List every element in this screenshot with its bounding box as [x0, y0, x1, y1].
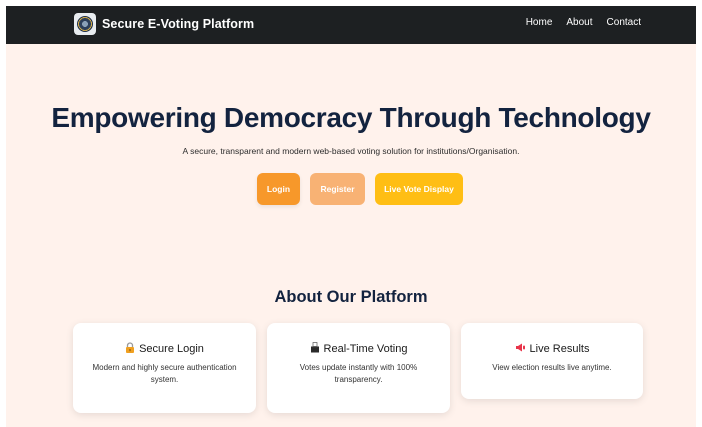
page: Secure E-Voting Platform Home About Cont…	[6, 6, 696, 427]
login-button[interactable]: Login	[257, 173, 300, 205]
card-title: Real-Time Voting	[323, 343, 408, 355]
logo-icon	[74, 13, 96, 35]
card-description: View election results live anytime.	[492, 363, 612, 372]
feature-card-live-results: Live Results View election results live …	[461, 323, 643, 399]
live-vote-display-button[interactable]: Live Vote Display	[375, 173, 463, 205]
feature-card-secure-login: Secure Login Modern and highly secure au…	[73, 323, 256, 413]
card-description: Votes update instantly with 100% transpa…	[299, 363, 418, 384]
register-button[interactable]: Register	[310, 173, 365, 205]
card-title: Secure Login	[139, 343, 204, 355]
ballot-box-icon	[310, 342, 320, 356]
nav-link-contact[interactable]: Contact	[607, 17, 641, 28]
card-title: Live Results	[529, 343, 590, 355]
lock-icon	[125, 342, 135, 356]
nav-link-home[interactable]: Home	[526, 17, 553, 28]
hero-buttons: Login Register Live Vote Display	[257, 173, 463, 205]
brand-title: Secure E-Voting Platform	[102, 17, 255, 31]
nav-links: Home About Contact	[526, 17, 641, 28]
brand[interactable]: Secure E-Voting Platform	[74, 13, 254, 35]
about-title: About Our Platform	[274, 288, 428, 306]
megaphone-icon	[515, 342, 526, 356]
hero-subtitle: A secure, transparent and modern web-bas…	[182, 146, 520, 156]
nav-link-about[interactable]: About	[566, 17, 592, 28]
hero-title: Empowering Democracy Through Technology	[51, 102, 651, 133]
card-description: Modern and highly secure authentication …	[92, 363, 237, 384]
feature-card-real-time-voting: Real-Time Voting Votes update instantly …	[267, 323, 450, 413]
navbar: Secure E-Voting Platform Home About Cont…	[6, 6, 696, 44]
